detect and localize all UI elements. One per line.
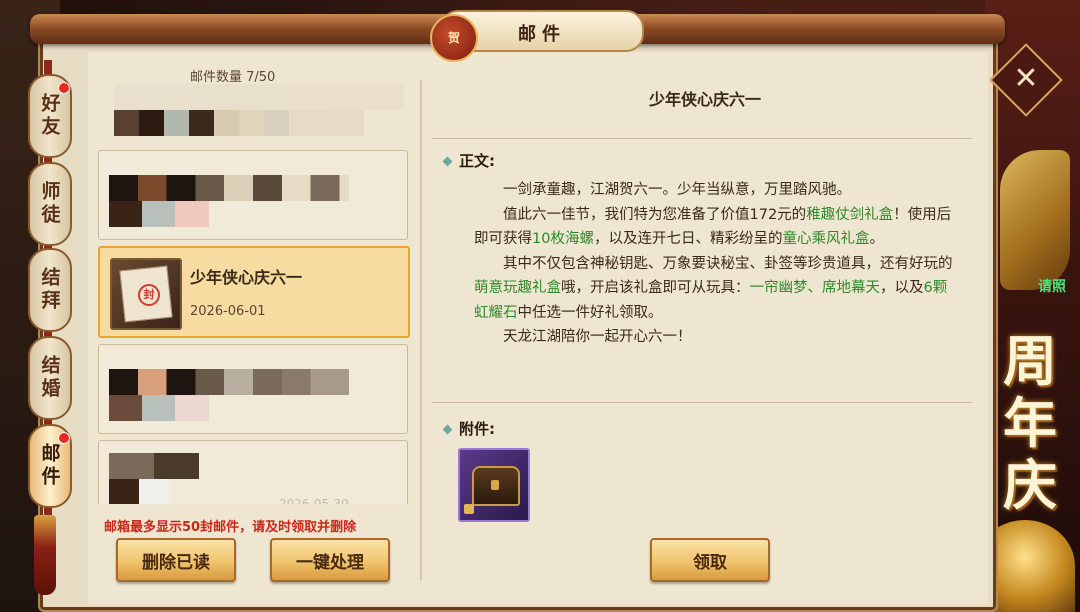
- mailbox-limit-notice: 邮箱最多显示50封邮件，请及时领取并删除: [104, 520, 357, 535]
- body-text-segment: ，以及连开七日、精彩纷呈的: [593, 231, 783, 247]
- mail-letter-icon: 封: [110, 258, 182, 330]
- mail-item-blurred[interactable]: 2026-05-30: [98, 440, 408, 504]
- body-section-label: 正文:: [442, 150, 495, 171]
- claim-button[interactable]: 领取: [650, 538, 770, 582]
- one-click-process-button[interactable]: 一键处理: [270, 538, 390, 582]
- mail-list[interactable]: 封 少年侠心庆六一 2026-06-01 2026-05-30: [96, 84, 410, 504]
- highlighted-item-text: 10枚海螺: [532, 231, 594, 247]
- tassel-decoration: [34, 515, 56, 595]
- golden-dragon-decoration: [1000, 150, 1070, 290]
- highlighted-item-text: 稚趣仗剑礼盒: [806, 206, 894, 223]
- body-text-segment: 其中不仅包含神秘钥匙、万象要诀秘宝、卦签等珍贵道具，还有好玩的: [503, 255, 953, 272]
- mail-body-paragraph: 其中不仅包含神秘钥匙、万象要诀秘宝、卦签等珍贵道具，还有好玩的萌意玩趣礼盒哦，开…: [474, 252, 954, 326]
- tab-marriage[interactable]: 结婚: [28, 336, 72, 420]
- red-stamp-icon: 封: [138, 284, 160, 306]
- attachment-section-label: 附件:: [442, 418, 495, 439]
- mail-detail-title: 少年侠心庆六一: [648, 90, 761, 109]
- body-text-segment: 哦，开启该礼盒即可从玩具：: [561, 280, 750, 296]
- treasure-chest-icon: [472, 466, 520, 506]
- mail-item-blurred[interactable]: [98, 150, 408, 240]
- tab-friends-notification-dot: [58, 82, 70, 94]
- body-text-segment: ，以及: [880, 280, 924, 296]
- mail-item-blurred[interactable]: [98, 344, 408, 434]
- mail-count: 邮件数量 7/50: [190, 70, 276, 85]
- mail-item-blurred[interactable]: [98, 84, 406, 140]
- tab-mail-notification-dot: [58, 432, 70, 444]
- body-text-segment: 一剑承童趣，江湖贺六一。少年当纵意，万里踏风驰。: [503, 182, 851, 198]
- panel-divider: [420, 80, 422, 580]
- mail-body-paragraph: 天龙江湖陪你一起开心六一！: [474, 325, 954, 350]
- pixelated-mail-preview: [109, 453, 199, 479]
- pixelated-mail-preview: [109, 201, 209, 227]
- pixelated-mail-preview: [114, 84, 404, 110]
- body-text-segment: 天龙江湖陪你一起开心六一！: [503, 329, 692, 345]
- attachment-label-text: 附件:: [459, 420, 495, 438]
- body-label-text: 正文:: [459, 152, 495, 170]
- body-text-segment: 值此六一佳节，我们特为您准备了价值172元的: [503, 206, 807, 223]
- anniversary-banner: 周年庆: [1003, 329, 1057, 517]
- delete-read-button[interactable]: 删除已读: [116, 538, 236, 582]
- attachment-item-slot[interactable]: [458, 448, 530, 522]
- highlighted-item-text: 童心乘风礼盒: [782, 231, 870, 247]
- tab-sworn-brothers[interactable]: 结拜: [28, 248, 72, 332]
- title-divider: [432, 138, 972, 139]
- bound-lock-icon: [464, 504, 474, 514]
- pixelated-mail-preview: [114, 110, 364, 136]
- attachment-divider: [432, 402, 972, 403]
- pixelated-mail-preview: [109, 369, 349, 395]
- tab-mentorship[interactable]: 师徒: [28, 162, 72, 246]
- highlighted-item-text: 萌意玩趣礼盒: [474, 280, 561, 296]
- mail-body-paragraph: 值此六一佳节，我们特为您准备了价值172元的稚趣仗剑礼盒！使用后即可获得10枚海…: [474, 203, 954, 252]
- highlighted-item-text: 一帘幽梦、席地幕天: [749, 280, 881, 296]
- mail-item-selected[interactable]: 封 少年侠心庆六一 2026-06-01: [98, 246, 410, 338]
- mail-item-title: 少年侠心庆六一: [190, 268, 303, 287]
- mail-body-text: 一剑承童趣，江湖贺六一。少年当纵意，万里踏风驰。 值此六一佳节，我们特为您准备了价…: [474, 178, 954, 350]
- pixelated-mail-preview: [109, 395, 209, 421]
- mail-body-paragraph: 一剑承童趣，江湖贺六一。少年当纵意，万里踏风驰。: [474, 178, 954, 203]
- pixelated-mail-preview: [109, 175, 349, 201]
- chest-lock-icon: [491, 480, 499, 490]
- festival-seal-icon: 贺: [430, 14, 478, 62]
- mail-item-date-blurred: 2026-05-30: [279, 497, 349, 504]
- diamond-bullet-icon: [442, 156, 453, 167]
- pixelated-mail-preview: [109, 479, 169, 504]
- background-green-text: 请照: [1038, 279, 1066, 295]
- body-text-segment: 中任选一件好礼领取。: [517, 304, 663, 321]
- mail-item-date: 2026-06-01: [190, 304, 266, 319]
- diamond-bullet-icon: [442, 424, 453, 435]
- close-icon: ✕: [1013, 61, 1039, 96]
- body-text-segment: 。: [869, 231, 884, 247]
